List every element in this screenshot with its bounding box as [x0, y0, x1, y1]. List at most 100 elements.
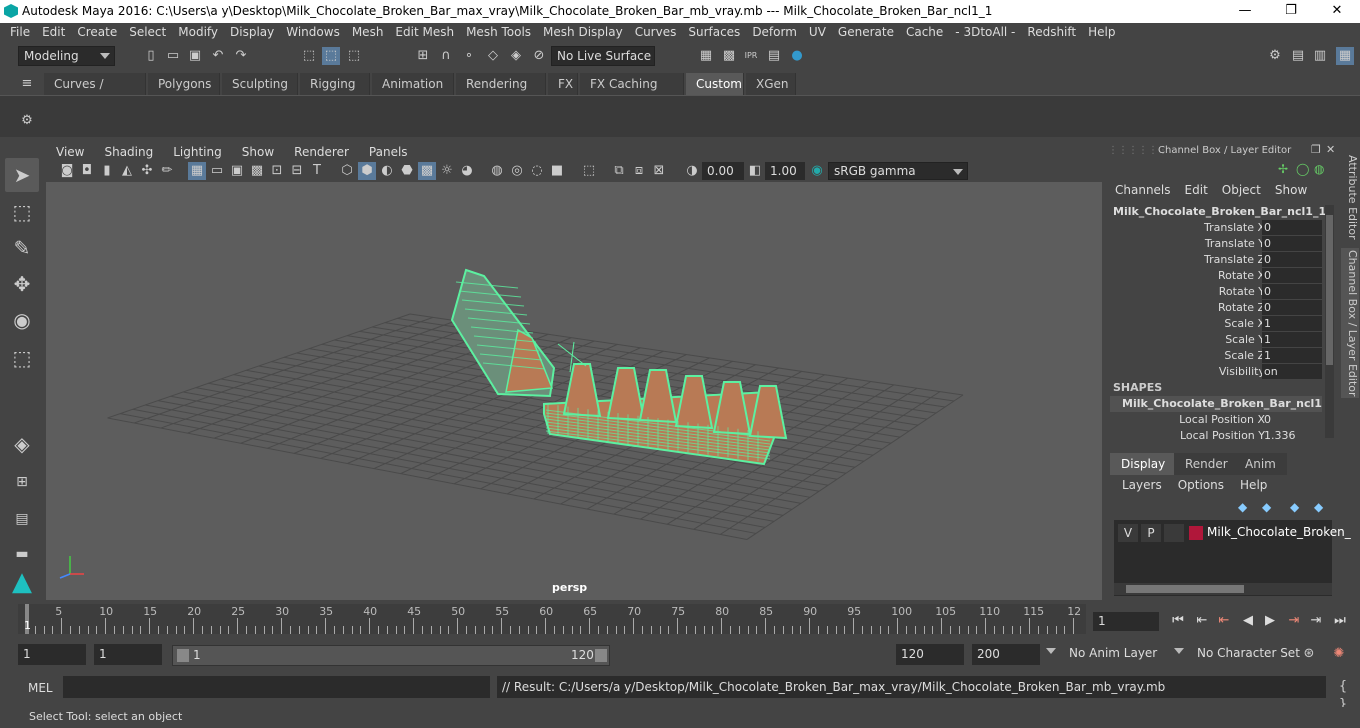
- motion-blur-icon[interactable]: ◎: [508, 162, 526, 180]
- play-backward-icon[interactable]: ◀: [1238, 612, 1258, 630]
- wireframe-icon[interactable]: ⬡: [338, 162, 356, 180]
- select-tool-icon[interactable]: ➤: [5, 158, 39, 192]
- panel-menu-lighting[interactable]: Lighting: [163, 144, 232, 161]
- shelf-tab-polygons[interactable]: Polygons: [148, 73, 220, 95]
- layer-tab-display[interactable]: Display: [1110, 453, 1177, 475]
- layer-scrollbar[interactable]: [1114, 583, 1332, 595]
- snap-view-icon[interactable]: ◇: [484, 47, 502, 65]
- menu-deform[interactable]: Deform: [746, 23, 803, 43]
- shelf-tab-curves-surfaces[interactable]: Curves / Surfaces: [44, 73, 146, 113]
- playback-start-field[interactable]: 1: [94, 644, 162, 665]
- layer-name[interactable]: Milk_Chocolate_Broken_: [1207, 525, 1351, 539]
- channel-value-field[interactable]: 0: [1262, 252, 1322, 267]
- safe-action-icon[interactable]: ⊟: [288, 162, 306, 180]
- shelf-tab-xgen[interactable]: XGen: [746, 73, 796, 95]
- shape-node-name[interactable]: Milk_Chocolate_Broken_Bar_ncl1_1S...: [1110, 396, 1322, 412]
- attribute-editor-tab[interactable]: Attribute Editor: [1341, 152, 1359, 242]
- gate-mask-icon[interactable]: ▩: [248, 162, 266, 180]
- film-gate-icon[interactable]: ▭: [208, 162, 226, 180]
- snap-curve-icon[interactable]: ∩: [437, 47, 455, 65]
- anim-layer-dropdown[interactable]: No Anim Layer: [1064, 644, 1162, 665]
- shelf-settings-icon[interactable]: ⚙: [18, 112, 36, 130]
- snap-surface-icon[interactable]: ◈: [507, 47, 525, 65]
- bookmark-icon[interactable]: ▮: [98, 162, 116, 180]
- shelf-tab-custom[interactable]: Custom: [686, 73, 744, 95]
- select-component-icon[interactable]: ⬚: [345, 47, 363, 65]
- move-layer-up-icon[interactable]: ◆: [1238, 500, 1247, 514]
- viewport-canvas[interactable]: [46, 182, 1102, 600]
- channel-menu-show[interactable]: Show: [1268, 183, 1314, 200]
- channel-menu-object[interactable]: Object: [1215, 183, 1268, 200]
- menu-cache[interactable]: Cache: [900, 23, 949, 43]
- menu-file[interactable]: File: [4, 23, 36, 43]
- channel-value-field[interactable]: 0: [1262, 220, 1322, 235]
- move-tool-icon[interactable]: ✥: [5, 267, 39, 301]
- color-management-icon[interactable]: ◉: [808, 162, 826, 180]
- hud-icon[interactable]: ⊠: [650, 162, 668, 180]
- new-layer-from-selected-icon[interactable]: ◆: [1314, 500, 1323, 514]
- close-button[interactable]: ✕: [1314, 0, 1360, 23]
- playback-end-field[interactable]: 120: [896, 644, 964, 665]
- panel-menu-renderer[interactable]: Renderer: [284, 144, 359, 161]
- channel-value-field[interactable]: 0: [1262, 412, 1322, 427]
- panel-menu-show[interactable]: Show: [232, 144, 284, 161]
- menu-uv[interactable]: UV: [803, 23, 832, 43]
- redo-icon[interactable]: ↷: [232, 47, 250, 65]
- channel-value-field[interactable]: 0: [1262, 268, 1322, 283]
- new-scene-icon[interactable]: ▯: [142, 47, 160, 65]
- wireframe-on-shaded-icon[interactable]: ⬣: [398, 162, 416, 180]
- menu-mesh-display[interactable]: Mesh Display: [537, 23, 629, 43]
- channel-value-field[interactable]: 1.336: [1262, 428, 1322, 443]
- depth-of-field-icon[interactable]: ■: [548, 162, 566, 180]
- panel-menu-panels[interactable]: Panels: [359, 144, 418, 161]
- camera-select-icon[interactable]: ◙: [58, 162, 76, 180]
- step-back-key-icon[interactable]: ⇤: [1214, 612, 1234, 630]
- current-frame-field[interactable]: 1: [1093, 612, 1159, 631]
- menu-select[interactable]: Select: [123, 23, 172, 43]
- render-frame-icon[interactable]: ▩: [720, 47, 738, 65]
- panel-menu-shading[interactable]: Shading: [94, 144, 163, 161]
- menu-display[interactable]: Display: [224, 23, 280, 43]
- lasso-tool-icon[interactable]: ⬚: [5, 195, 39, 229]
- rotate-tool-icon[interactable]: ◉: [5, 303, 39, 337]
- menu-redshift[interactable]: Redshift: [1021, 23, 1082, 43]
- exposure-icon[interactable]: ◑: [683, 162, 701, 180]
- shelf-tab-sculpting[interactable]: Sculpting: [222, 73, 298, 95]
- auto-key-icon[interactable]: ⊛: [1300, 645, 1318, 663]
- step-forward-key-icon[interactable]: ⇥: [1284, 612, 1304, 630]
- shape-channel-row[interactable]: Local Position Y 1.336: [1110, 428, 1325, 444]
- menu-surfaces[interactable]: Surfaces: [682, 23, 746, 43]
- script-editor-icon[interactable]: { }: [1334, 678, 1352, 712]
- xray-active-icon[interactable]: ⧈: [630, 162, 648, 180]
- channel-box-toggle-icon[interactable]: ▦: [1336, 47, 1354, 65]
- channel-row[interactable]: Translate X0: [1110, 220, 1325, 236]
- render-view-icon[interactable]: ▦: [697, 47, 715, 65]
- grid-sphere-icon[interactable]: ◍: [1314, 162, 1324, 176]
- grease-pencil-icon[interactable]: ✏: [158, 162, 176, 180]
- range-slider-start-handle[interactable]: [177, 649, 189, 662]
- ipr-render-icon[interactable]: IPR: [742, 47, 760, 65]
- default-material-icon[interactable]: ◐: [378, 162, 396, 180]
- layer-color-swatch[interactable]: [1189, 526, 1203, 540]
- new-layer-icon[interactable]: ◆: [1290, 500, 1299, 514]
- channel-box-scrollbar[interactable]: [1325, 205, 1334, 438]
- move-layer-down-icon[interactable]: ◆: [1262, 500, 1271, 514]
- layer-menu-options[interactable]: Options: [1170, 478, 1232, 492]
- anti-aliasing-icon[interactable]: ◌: [528, 162, 546, 180]
- layer-menu-layers[interactable]: Layers: [1114, 478, 1170, 492]
- channel-value-field[interactable]: 0: [1262, 236, 1322, 251]
- menu-curves[interactable]: Curves: [629, 23, 683, 43]
- paint-select-tool-icon[interactable]: ✎: [5, 231, 39, 265]
- camera-attributes-icon[interactable]: ◘: [78, 162, 96, 180]
- maximize-button[interactable]: ❐: [1268, 0, 1314, 23]
- single-view-layout-icon[interactable]: ◈: [5, 427, 39, 461]
- channel-row[interactable]: Rotate Z0: [1110, 300, 1325, 316]
- menu-help[interactable]: Help: [1082, 23, 1121, 43]
- channel-box-tab[interactable]: Channel Box / Layer Editor: [1341, 248, 1359, 398]
- channel-value-field[interactable]: on: [1262, 364, 1322, 379]
- step-forward-icon[interactable]: ⇥: [1306, 612, 1326, 630]
- channel-row[interactable]: Rotate X0: [1110, 268, 1325, 284]
- channel-row[interactable]: Scale Z1: [1110, 348, 1325, 364]
- layer-row[interactable]: V P Milk_Chocolate_Broken_: [1116, 524, 1351, 542]
- screen-space-ao-icon[interactable]: ◍: [488, 162, 506, 180]
